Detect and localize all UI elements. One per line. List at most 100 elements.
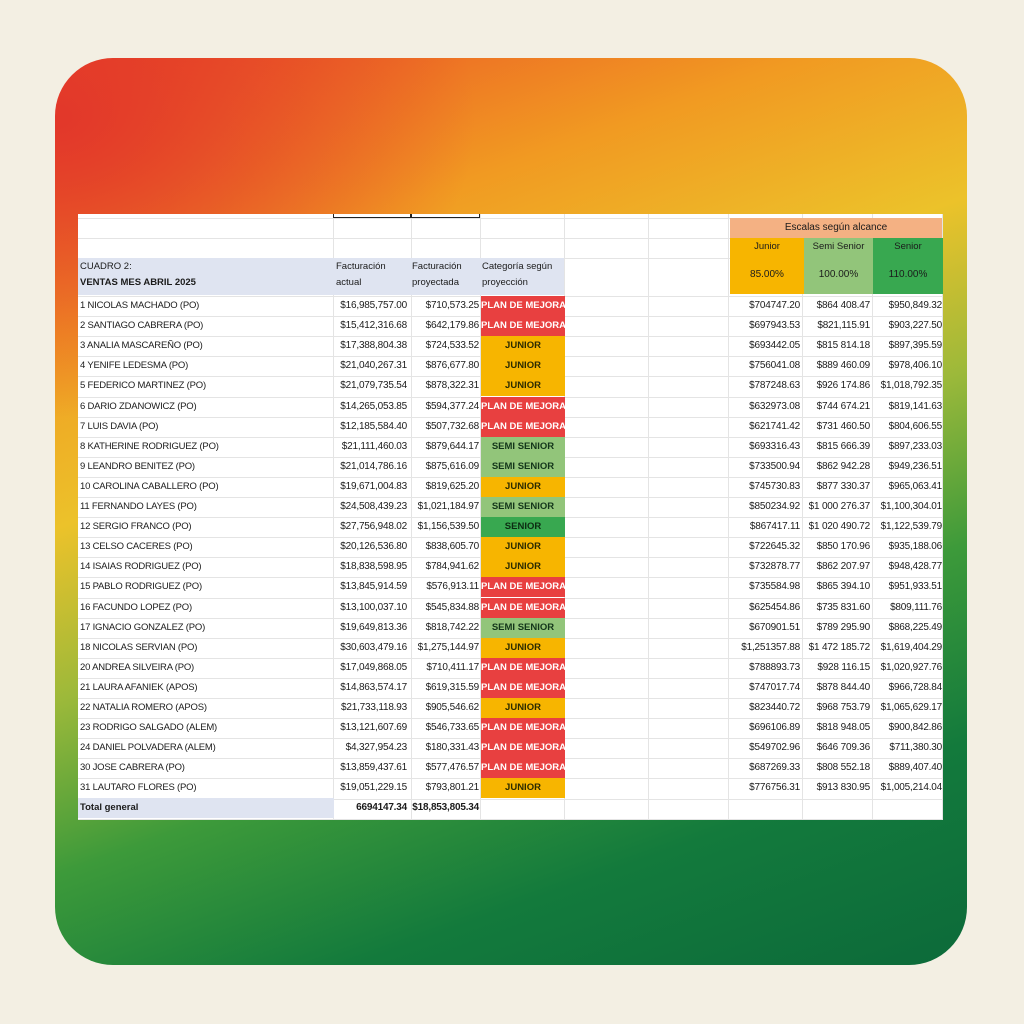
row-scale-junior: $747017.74: [749, 682, 800, 693]
row-projected-billing: $507,732.68: [425, 421, 480, 432]
row-scale-junior: $850234.92: [749, 501, 800, 512]
row-scale-senior: $950,849.32: [888, 300, 943, 311]
top-cell-2: [411, 214, 480, 218]
row-scale-junior: $549702.96: [749, 742, 800, 753]
row-scale-junior: $693316.43: [749, 441, 800, 452]
row-category-badge: SEMI SENIOR: [481, 457, 565, 477]
row-scale-senior: $935,188.06: [888, 541, 943, 552]
row-scale-semi-senior: $877 330.37: [816, 481, 871, 492]
row-scale-semi-senior: $735 831.60: [816, 602, 871, 613]
row-seller-name: 5 FEDERICO MARTINEZ (PO): [80, 380, 206, 391]
row-category-badge: PLAN DE MEJORA: [481, 758, 565, 778]
row-scale-semi-senior: $818 948.05: [816, 722, 871, 733]
row-category-badge: SEMI SENIOR: [481, 497, 565, 517]
row-actual-billing: $21,079,735.54: [340, 380, 407, 391]
row-actual-billing: $13,859,437.61: [340, 762, 407, 773]
row-seller-name: 30 JOSE CABRERA (PO): [80, 762, 185, 773]
row-projected-billing: $905,546.62: [425, 702, 480, 713]
row-scale-junior: $745730.83: [749, 481, 800, 492]
row-projected-billing: $875,616.09: [425, 461, 480, 472]
row-projected-billing: $1,275,144.97: [417, 642, 480, 653]
row-projected-billing: $619,315.59: [425, 682, 480, 693]
row-category-badge: JUNIOR: [481, 557, 565, 577]
row-category-badge: JUNIOR: [481, 356, 565, 376]
row-scale-junior: $788893.73: [749, 662, 800, 673]
row-actual-billing: $19,649,813.36: [340, 622, 407, 633]
row-scale-junior: $693442.05: [749, 340, 800, 351]
row-category-badge: PLAN DE MEJORA: [481, 658, 565, 678]
row-actual-billing: $20,126,536.80: [340, 541, 407, 552]
row-category-badge: PLAN DE MEJORA: [481, 316, 565, 336]
grid-col-line: [728, 214, 729, 820]
scale-senior-label: Senior: [873, 238, 943, 256]
col-actual-header-2: actual: [336, 277, 362, 288]
row-category-badge: SEMI SENIOR: [481, 437, 565, 457]
row-scale-semi-senior: $646 709.36: [816, 742, 871, 753]
row-projected-billing: $642,179.86: [425, 320, 480, 331]
row-seller-name: 31 LAUTARO FLORES (PO): [80, 782, 197, 793]
row-actual-billing: $21,040,267.31: [340, 360, 407, 371]
row-projected-billing: $545,834.88: [425, 602, 480, 613]
row-actual-billing: $18,838,598.95: [340, 561, 407, 572]
row-scale-semi-senior: $1 020 490.72: [808, 521, 871, 532]
row-scale-semi-senior: $878 844.40: [816, 682, 871, 693]
row-seller-name: 4 YENIFE LEDESMA (PO): [80, 360, 189, 371]
row-scale-senior: $897,395.59: [888, 340, 943, 351]
row-seller-name: 3 ANALIA MASCAREÑO (PO): [80, 340, 203, 351]
row-scale-senior: $804,606.55: [888, 421, 943, 432]
row-actual-billing: $15,412,316.68: [340, 320, 407, 331]
row-actual-billing: $14,863,574.17: [340, 682, 407, 693]
row-category-badge: JUNIOR: [481, 376, 565, 396]
row-scale-senior: $1,619,404.29: [880, 642, 943, 653]
row-scale-junior: $756041.08: [749, 360, 800, 371]
grid-col-line: [648, 214, 649, 820]
row-scale-junior: $867417.11: [749, 521, 800, 532]
row-scale-senior: $897,233.03: [888, 441, 943, 452]
row-actual-billing: $17,388,804.38: [340, 340, 407, 351]
row-scale-semi-senior: $850 170.96: [816, 541, 871, 552]
row-seller-name: 21 LAURA AFANIEK (APOS): [80, 682, 198, 693]
row-scale-junior: $632973.08: [749, 401, 800, 412]
row-scale-semi-senior: $1 472 185.72: [808, 642, 871, 653]
row-scale-semi-senior: $862 942.28: [816, 461, 871, 472]
row-scale-senior: $868,225.49: [888, 622, 943, 633]
row-scale-senior: $948,428.77: [888, 561, 943, 572]
scales-title: Escalas según alcance: [730, 218, 942, 238]
scale-semi-label: Semi Senior: [804, 238, 873, 256]
row-scale-semi-senior: $968 753.79: [816, 702, 871, 713]
row-scale-senior: $1,018,792.35: [880, 380, 943, 391]
row-projected-billing: $576,913.11: [426, 581, 479, 592]
row-actual-billing: $13,121,607.69: [340, 722, 407, 733]
row-scale-semi-senior: $864 408.47: [816, 300, 871, 311]
row-scale-semi-senior: $865 394.10: [816, 581, 871, 592]
row-seller-name: 12 SERGIO FRANCO (PO): [80, 521, 192, 532]
row-scale-semi-senior: $889 460.09: [816, 360, 871, 371]
row-category-badge: PLAN DE MEJORA: [481, 577, 565, 597]
row-scale-junior: $776756.31: [749, 782, 800, 793]
row-projected-billing: $577,476.57: [425, 762, 480, 773]
row-scale-junior: $670901.51: [749, 622, 800, 633]
row-actual-billing: $19,671,004.83: [340, 481, 407, 492]
row-projected-billing: $1,021,184.97: [417, 501, 480, 512]
row-category-badge: JUNIOR: [481, 336, 565, 356]
row-scale-semi-senior: $815 814.18: [816, 340, 871, 351]
row-scale-semi-senior: $808 552.18: [816, 762, 871, 773]
row-seller-name: 16 FACUNDO LOPEZ (PO): [80, 602, 192, 613]
row-actual-billing: $12,185,584.40: [340, 421, 407, 432]
row-actual-billing: $14,265,053.85: [340, 401, 407, 412]
row-scale-junior: $735584.98: [749, 581, 800, 592]
col-proj-header-1: Facturación: [412, 261, 462, 272]
row-scale-senior: $889,407.40: [888, 762, 943, 773]
row-projected-billing: $819,625.20: [425, 481, 480, 492]
row-scale-junior: $722645.32: [749, 541, 800, 552]
row-seller-name: 18 NICOLAS SERVIAN (PO): [80, 642, 198, 653]
row-scale-semi-senior: $1 000 276.37: [808, 501, 871, 512]
row-scale-junior: $625454.86: [749, 602, 800, 613]
col-proj-header-2: proyectada: [412, 277, 460, 288]
row-projected-billing: $180,331.43: [425, 742, 480, 753]
row-seller-name: 23 RODRIGO SALGADO (ALEM): [80, 722, 218, 733]
row-projected-billing: $793,801.21: [425, 782, 480, 793]
row-category-badge: SEMI SENIOR: [481, 618, 565, 638]
row-scale-semi-senior: $913 830.95: [816, 782, 871, 793]
row-scale-semi-senior: $926 174.86: [816, 380, 871, 391]
